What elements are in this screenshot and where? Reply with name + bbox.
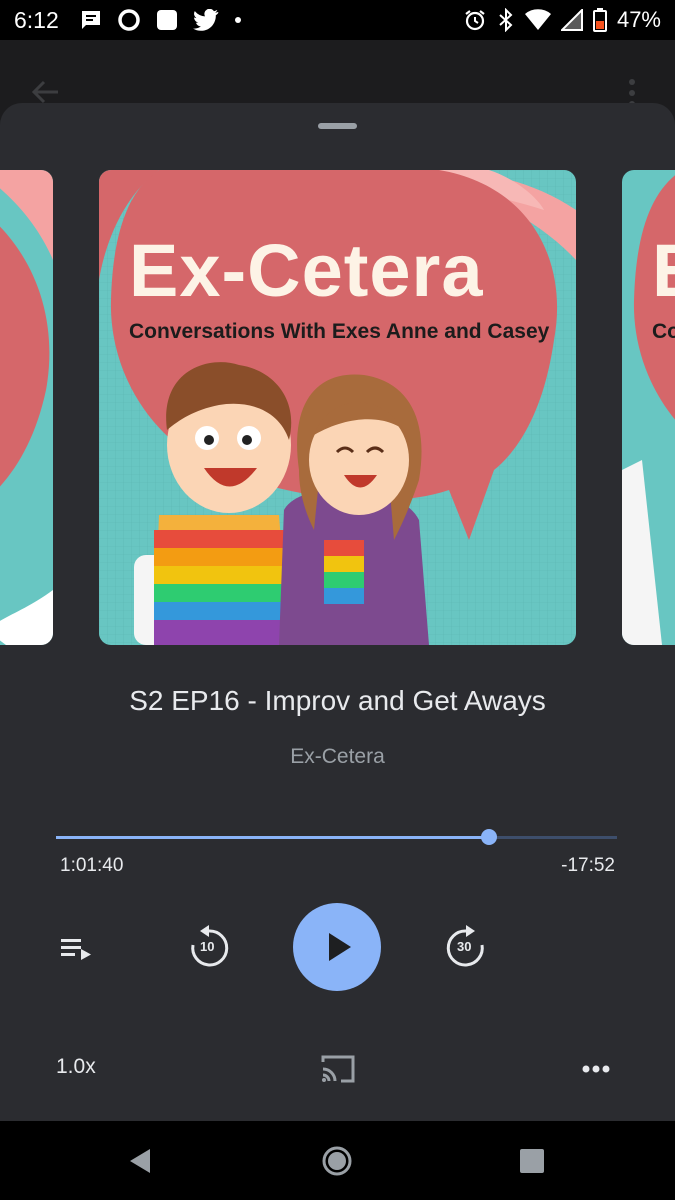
artwork-title: Ex-Cetera (129, 229, 484, 312)
rewind-seconds: 10 (200, 939, 215, 954)
progress-fill (56, 836, 489, 839)
circle-app-icon (117, 8, 141, 32)
nav-back-icon[interactable] (126, 1147, 154, 1175)
wifi-icon (524, 9, 551, 31)
player-sheet: Ex-Cetera Conversations With Exes Anne a… (0, 103, 675, 1121)
dot-icon (233, 15, 243, 25)
episode-title: S2 EP16 - Improv and Get Aways (129, 685, 546, 716)
forward-seconds: 30 (457, 939, 472, 954)
remaining-time: -17:52 (561, 855, 615, 876)
previous-episode-artwork[interactable] (0, 170, 53, 645)
cell-signal-icon (560, 9, 583, 31)
status-time: 6:12 (14, 6, 59, 33)
rewind-button[interactable]: 10 (185, 923, 233, 971)
battery-percent: 47% (616, 7, 661, 32)
episode-artwork: Ex-Cetera Conversations With Exes Anne a… (99, 170, 576, 645)
square-app-icon (155, 8, 179, 32)
status-bar: 6:12 47% (0, 0, 675, 40)
elapsed-time: 1:01:40 (60, 855, 124, 876)
queue-button[interactable] (56, 927, 98, 969)
alarm-icon (463, 8, 487, 32)
more-options-button[interactable] (578, 1055, 614, 1083)
more-horiz-icon (582, 1065, 610, 1073)
cast-icon (321, 1055, 355, 1083)
bluetooth-icon (497, 8, 515, 32)
show-name[interactable]: Ex-Cetera (0, 745, 675, 769)
forward-button[interactable]: 30 (442, 923, 490, 971)
next-artwork-title: Ex-Cetera (652, 228, 675, 313)
progress-slider[interactable] (56, 829, 617, 845)
playback-speed-button[interactable]: 1.0x (56, 1055, 96, 1079)
twitter-icon (192, 9, 219, 31)
artwork-subtitle: Conversations With Exes Anne and Casey (129, 320, 550, 343)
battery-icon (592, 8, 607, 32)
play-button[interactable] (293, 903, 381, 991)
next-artwork-subtitle: Conversations With Exes Anne and Casey (652, 320, 675, 343)
next-episode-artwork[interactable]: Ex-Cetera Conversations With Exes Anne a… (622, 170, 675, 645)
queue-icon (61, 939, 91, 960)
drag-handle[interactable] (318, 123, 357, 129)
cast-button[interactable] (318, 1051, 358, 1087)
girl-illustration (279, 374, 429, 645)
navigation-bar (0, 1121, 675, 1200)
podcast-player-screen: 6:12 47% Ex-Cetera Conversations With Ex… (0, 0, 675, 1200)
progress-thumb[interactable] (480, 829, 497, 845)
nav-recents-icon[interactable] (519, 1148, 545, 1174)
nav-home-icon[interactable] (321, 1145, 353, 1177)
message-icon (79, 8, 103, 32)
play-icon (329, 933, 351, 961)
